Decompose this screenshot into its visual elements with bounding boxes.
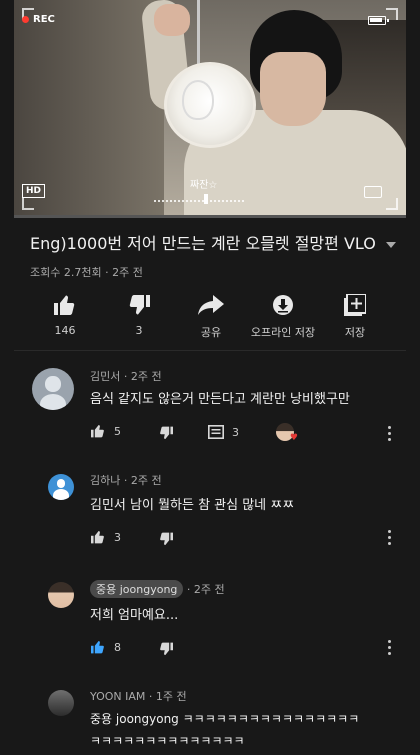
video-frame-face bbox=[260, 52, 326, 126]
video-caption: 짜잔☆ bbox=[190, 180, 218, 191]
reply-author: YOON IAM · 1주 전 bbox=[90, 690, 187, 703]
video-progress-bar[interactable] bbox=[14, 215, 406, 218]
reply-dislike-button[interactable] bbox=[158, 532, 174, 546]
reply-like-count: 8 bbox=[114, 640, 121, 654]
dislike-count: 3 bbox=[135, 324, 143, 337]
more-options-icon[interactable] bbox=[388, 426, 392, 442]
chevron-down-icon[interactable] bbox=[386, 242, 396, 248]
reply-text-line-1: 중용 joongyong ㅋㅋㅋㅋㅋㅋㅋㅋㅋㅋㅋㅋㅋㅋㅋㅋ bbox=[90, 712, 360, 726]
reply-time: · 2주 전 bbox=[186, 583, 225, 596]
thumbs-down-icon bbox=[158, 426, 174, 440]
rec-indicator: REC bbox=[22, 14, 55, 25]
view-count: 조회수 2.7천회 · 2주 전 bbox=[30, 266, 143, 279]
avatar[interactable] bbox=[48, 582, 74, 608]
avatar[interactable] bbox=[48, 690, 74, 716]
more-options-icon[interactable] bbox=[388, 640, 392, 656]
thumbs-down-icon bbox=[158, 642, 174, 656]
divider bbox=[14, 350, 406, 351]
download-button[interactable]: 오프라인 저장 bbox=[248, 292, 318, 340]
avatar[interactable] bbox=[48, 474, 74, 500]
thumbs-down-icon bbox=[158, 532, 174, 546]
reply-text: 김민서 남이 뭘하든 참 관심 많네 ㅉㅉ bbox=[90, 498, 295, 513]
download-icon bbox=[272, 292, 294, 318]
share-icon bbox=[198, 292, 224, 318]
more-options-icon[interactable] bbox=[388, 530, 392, 546]
reply-dislike-button[interactable] bbox=[158, 642, 174, 656]
save-button[interactable]: 저장 bbox=[320, 292, 390, 340]
thumbs-up-icon bbox=[90, 640, 106, 654]
video-frame-hand bbox=[154, 4, 190, 36]
thumbs-up-icon bbox=[90, 530, 106, 544]
reply-text-line-2: ㅋㅋㅋㅋㅋㅋㅋㅋㅋㅋㅋㅋㅋㅋ bbox=[90, 734, 245, 748]
reply-like-button[interactable]: 8 bbox=[90, 640, 121, 654]
battery-icon bbox=[368, 16, 389, 25]
reply-like-button[interactable]: 3 bbox=[90, 530, 121, 544]
share-label: 공유 bbox=[200, 326, 222, 339]
viewfinder-corner bbox=[22, 198, 34, 210]
viewfinder-scale-marker bbox=[204, 194, 208, 204]
share-button[interactable]: 공유 bbox=[176, 292, 246, 340]
thumbs-down-icon bbox=[127, 292, 151, 318]
comment-author: 김민서 · 2주 전 bbox=[90, 370, 162, 383]
video-title: Eng)1000번 저어 만드는 계란 오믈렛 절망편 VLOG bbox=[30, 234, 375, 253]
comment-actions: 5 bbox=[90, 424, 121, 438]
comment-dislike-button[interactable] bbox=[158, 426, 174, 440]
creator-badge[interactable]: 중용 joongyong bbox=[90, 580, 184, 598]
playlist-add-icon bbox=[344, 292, 366, 318]
comment-like-count: 5 bbox=[114, 424, 121, 438]
dislike-button[interactable]: 3 bbox=[104, 292, 174, 337]
hd-badge: HD bbox=[22, 184, 46, 198]
comment-replies-button[interactable]: 3 bbox=[208, 425, 239, 439]
viewfinder-scale bbox=[154, 200, 244, 202]
comment-icon bbox=[208, 425, 224, 439]
avatar[interactable] bbox=[32, 368, 74, 410]
creator-heart-icon: ♥ bbox=[276, 423, 298, 443]
video-frame-whisk-head bbox=[182, 80, 214, 120]
like-button[interactable]: 146 bbox=[30, 292, 100, 337]
download-label: 오프라인 저장 bbox=[250, 326, 316, 339]
comment-text: 음식 같지도 않은거 만든다고 계란만 낭비했구만 bbox=[90, 392, 350, 407]
action-bar: 146 3 공유 오프라인 저장 저장 bbox=[30, 292, 390, 340]
rec-label: REC bbox=[33, 14, 55, 25]
camera-icon bbox=[364, 186, 382, 198]
save-label: 저장 bbox=[344, 326, 366, 339]
rec-dot-icon bbox=[22, 16, 29, 23]
comment-reply-count: 3 bbox=[232, 425, 239, 439]
reply-text: 저희 엄마예요... bbox=[90, 608, 179, 623]
reply-author: 김하나 · 2주 전 bbox=[90, 474, 162, 487]
viewfinder-corner bbox=[386, 198, 398, 210]
thumbs-up-icon bbox=[53, 292, 77, 318]
reply-author-row: 중용 joongyong · 2주 전 bbox=[90, 580, 225, 598]
thumbs-up-icon[interactable] bbox=[90, 424, 106, 438]
reply-like-count: 3 bbox=[114, 530, 121, 544]
like-count: 146 bbox=[54, 324, 76, 337]
